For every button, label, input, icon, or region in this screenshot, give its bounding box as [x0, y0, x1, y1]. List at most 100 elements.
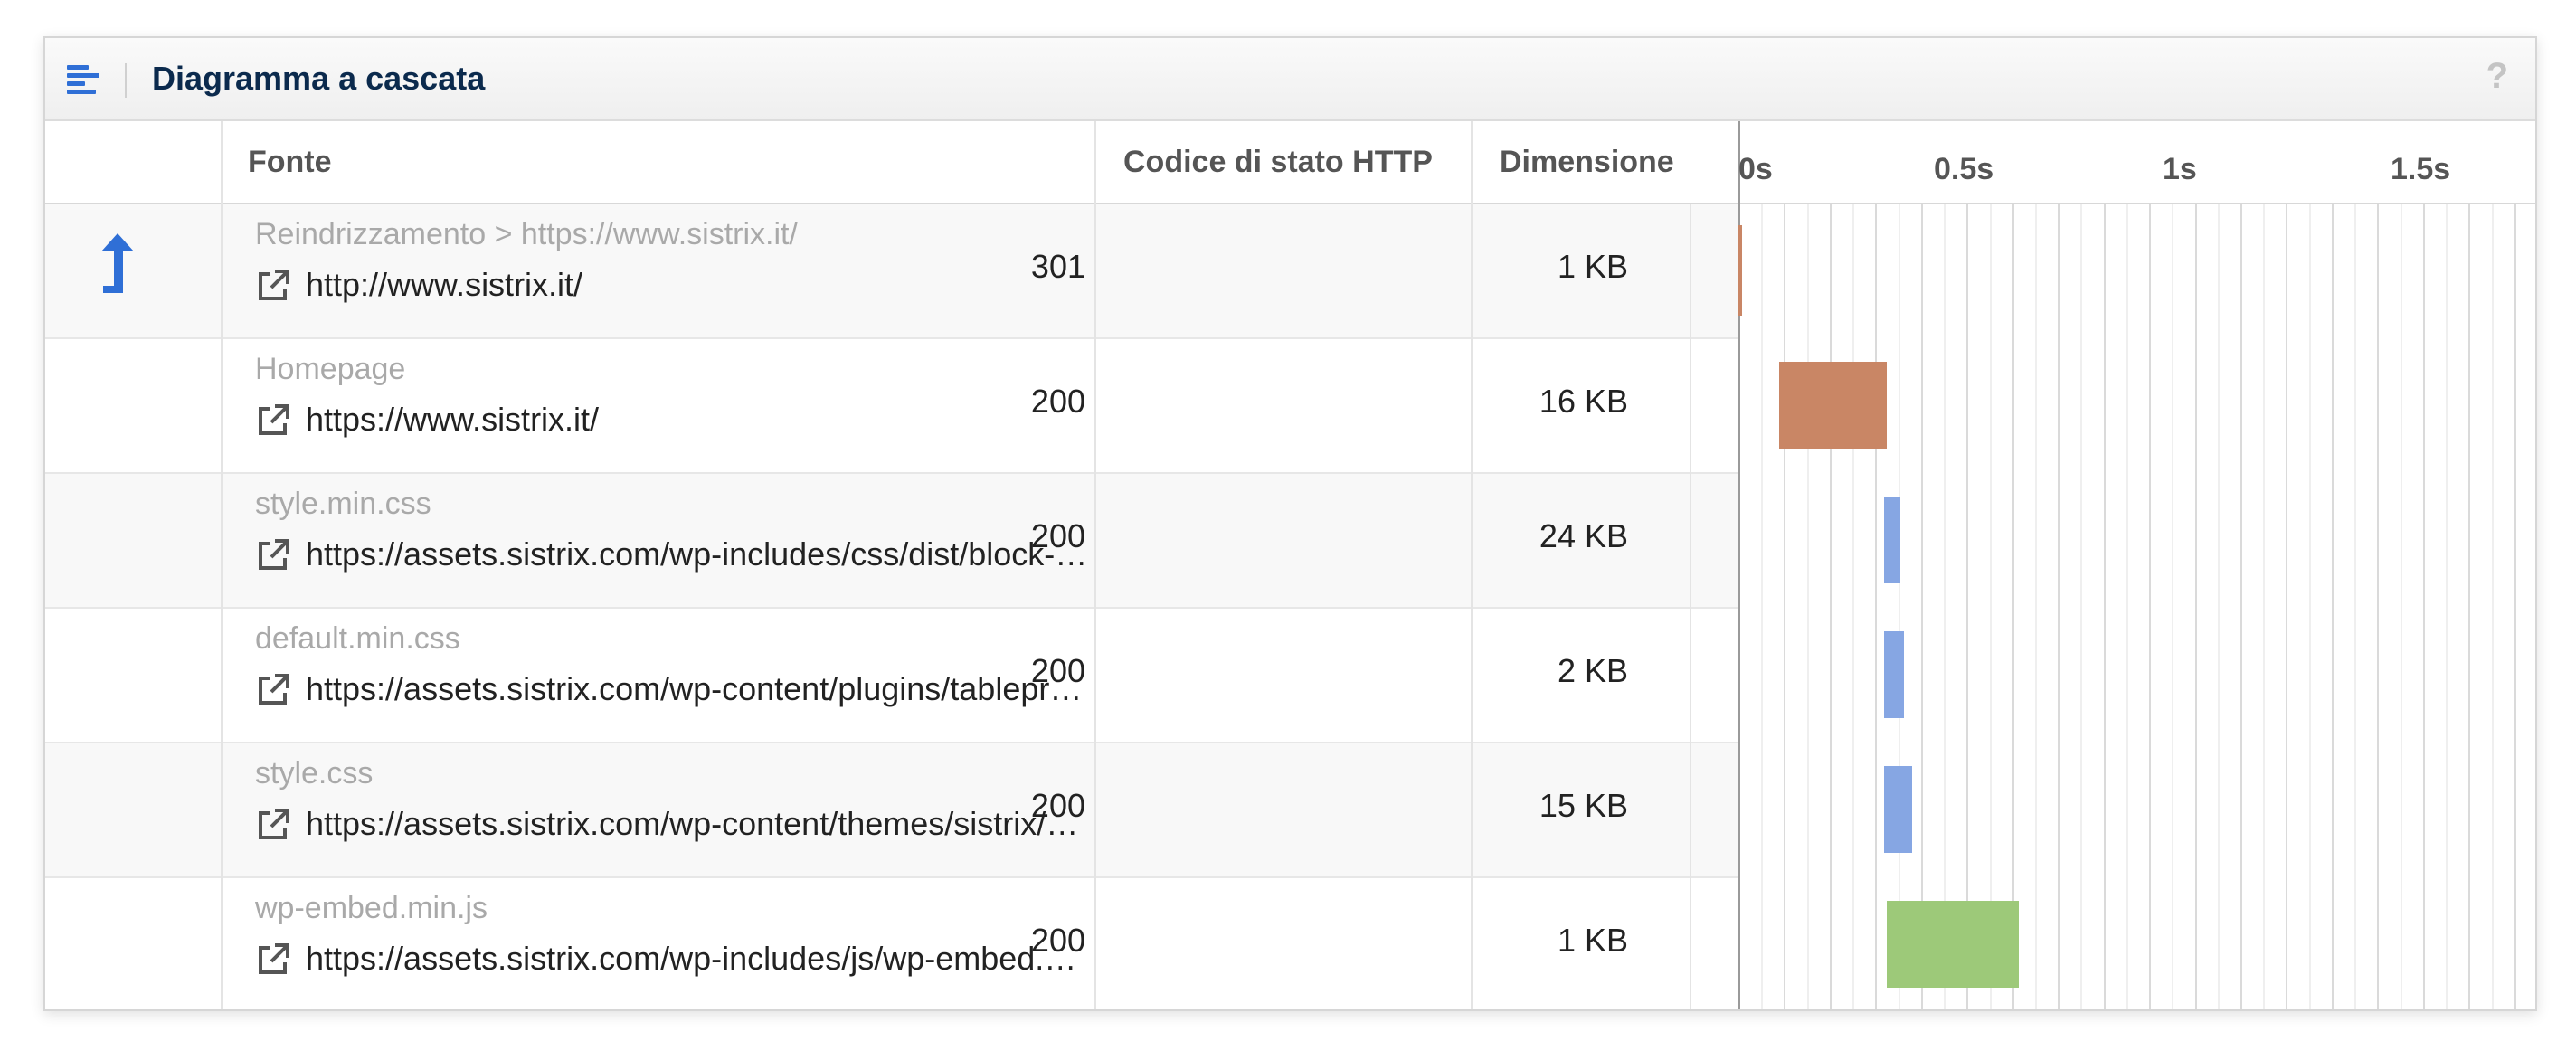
timeline-gridline: [1966, 204, 1968, 1009]
resource-link[interactable]: https://assets.sistrix.com/wp-includes/j…: [255, 940, 1094, 980]
status-code: 301: [1030, 248, 1085, 285]
timeline-gridline: [1852, 204, 1854, 1009]
external-link-icon[interactable]: [255, 672, 291, 708]
resource-label: wp-embed.min.js: [255, 891, 488, 925]
resource-label: style.css: [255, 756, 374, 790]
timeline-gridline: [2492, 204, 2494, 1009]
resource-url[interactable]: https://assets.sistrix.com/wp-content/th…: [306, 805, 1094, 843]
resource-link[interactable]: https://assets.sistrix.com/wp-content/pl…: [255, 670, 1094, 710]
column-header-status[interactable]: Codice di stato HTTP: [1123, 145, 1433, 180]
external-link-icon[interactable]: [255, 268, 291, 304]
resource-size: 16 KB: [1539, 383, 1628, 420]
timeline-gridline: [1944, 204, 1946, 1009]
resource-url[interactable]: https://assets.sistrix.com/wp-includes/c…: [306, 535, 1094, 573]
waterfall-timeline: 0s 0.5s 1s 1.5s: [1738, 121, 2535, 1009]
timeline-gridline: [2080, 204, 2082, 1009]
resource-size: 24 KB: [1539, 517, 1628, 554]
timeline-gridline: [2468, 204, 2470, 1009]
column-divider: [221, 121, 223, 1009]
waterfall-bar[interactable]: [1884, 630, 1904, 718]
resource-url[interactable]: https://www.sistrix.it/: [306, 401, 1094, 439]
resource-size: 15 KB: [1539, 787, 1628, 824]
resource-url[interactable]: https://assets.sistrix.com/wp-content/pl…: [306, 670, 1094, 708]
header-divider: [125, 63, 127, 98]
status-code: 200: [1030, 922, 1085, 959]
timeline-gridline: [2401, 204, 2402, 1009]
timeline-grid: [1738, 204, 2535, 1009]
help-icon[interactable]: ?: [2486, 56, 2508, 97]
waterfall-bar[interactable]: [1738, 224, 1742, 316]
waterfall-bar[interactable]: [1884, 765, 1912, 853]
external-link-icon[interactable]: [255, 807, 291, 843]
timeline-gridline: [2104, 204, 2106, 1009]
timeline-gridline: [2149, 204, 2151, 1009]
resource-link[interactable]: https://assets.sistrix.com/wp-includes/c…: [255, 535, 1094, 575]
timeline-gridline: [2126, 204, 2128, 1009]
table-row: style.css https://assets.sistrix.com/wp-c…: [45, 743, 1738, 878]
timeline-gridline: [2309, 204, 2311, 1009]
list-icon[interactable]: [67, 65, 99, 94]
timeline-gridline: [2377, 204, 2379, 1009]
timeline-gridline: [2240, 204, 2242, 1009]
timeline-gridline: [2423, 204, 2425, 1009]
timeline-gridline: [2354, 204, 2356, 1009]
external-link-icon[interactable]: [255, 942, 291, 978]
external-link-icon[interactable]: [255, 402, 291, 439]
status-code: 200: [1030, 517, 1085, 554]
timeline-tick-label: 0.5s: [1934, 152, 1994, 186]
resource-link[interactable]: http://www.sistrix.it/: [255, 266, 1094, 306]
timeline-gridline: [1875, 204, 1877, 1009]
column-divider: [1094, 121, 1096, 1009]
timeline-gridline: [1807, 204, 1809, 1009]
timeline-gridline: [2195, 204, 2197, 1009]
table-row: default.min.css https://assets.sistrix.co…: [45, 609, 1738, 743]
resource-link[interactable]: https://assets.sistrix.com/wp-content/th…: [255, 805, 1094, 845]
timeline-gridline: [1921, 204, 1923, 1009]
resource-size: 1 KB: [1557, 922, 1628, 959]
table-row: Reindrizzamento > https://www.sistrix.it…: [45, 204, 1738, 339]
status-code: 200: [1030, 787, 1085, 824]
waterfall-bar[interactable]: [1887, 900, 2019, 988]
column-header-source[interactable]: Fonte: [248, 145, 332, 180]
resource-label: Reindrizzamento > https://www.sistrix.it…: [255, 217, 798, 251]
panel-title: Diagramma a cascata: [152, 60, 486, 97]
waterfall-bar[interactable]: [1884, 496, 1900, 583]
status-code: 200: [1030, 652, 1085, 689]
timeline-gridline: [1784, 204, 1785, 1009]
table-row: wp-embed.min.js https://assets.sistrix.co…: [45, 878, 1738, 1009]
panel-header: Diagramma a cascata ?: [45, 38, 2535, 121]
column-divider: [1471, 121, 1473, 1009]
timeline-gridline: [2058, 204, 2060, 1009]
column-header-size[interactable]: Dimensione: [1500, 145, 1674, 180]
status-code: 200: [1030, 383, 1085, 420]
table-row: Homepage https://www.sistrix.it/200 16 KB: [45, 339, 1738, 474]
external-link-icon[interactable]: [255, 537, 291, 573]
timeline-gridline: [2218, 204, 2220, 1009]
timeline-gridline: [2286, 204, 2287, 1009]
waterfall-bar[interactable]: [1779, 361, 1887, 449]
timeline-gridline: [1899, 204, 1900, 1009]
timeline-gridline: [1761, 204, 1763, 1009]
timeline-gridline: [2514, 204, 2516, 1009]
timeline-gridline: [2012, 204, 2014, 1009]
resource-size: 1 KB: [1557, 248, 1628, 285]
timeline-tick-label: 0s: [1738, 152, 1773, 186]
resource-label: default.min.css: [255, 621, 460, 656]
table-row: style.min.css https://assets.sistrix.com/…: [45, 474, 1738, 609]
resource-url[interactable]: http://www.sistrix.it/: [306, 266, 1094, 304]
timeline-gridline: [2446, 204, 2448, 1009]
timeline-gridline: [2263, 204, 2265, 1009]
resource-link[interactable]: https://www.sistrix.it/: [255, 401, 1094, 440]
resource-size: 2 KB: [1557, 652, 1628, 689]
timeline-gridline: [2172, 204, 2174, 1009]
timeline-gridline: [2332, 204, 2334, 1009]
timeline-tick-label: 1s: [2163, 152, 2197, 186]
resource-label: style.min.css: [255, 487, 431, 521]
resource-url[interactable]: https://assets.sistrix.com/wp-includes/j…: [306, 940, 1094, 978]
request-list: Reindrizzamento > https://www.sistrix.it…: [45, 204, 1738, 1009]
resource-label: Homepage: [255, 352, 406, 386]
timeline-tick-label: 1.5s: [2391, 152, 2451, 186]
redirect-arrow-icon: [101, 233, 134, 293]
timeline-gridline: [1830, 204, 1832, 1009]
timeline-gridline: [1990, 204, 1992, 1009]
